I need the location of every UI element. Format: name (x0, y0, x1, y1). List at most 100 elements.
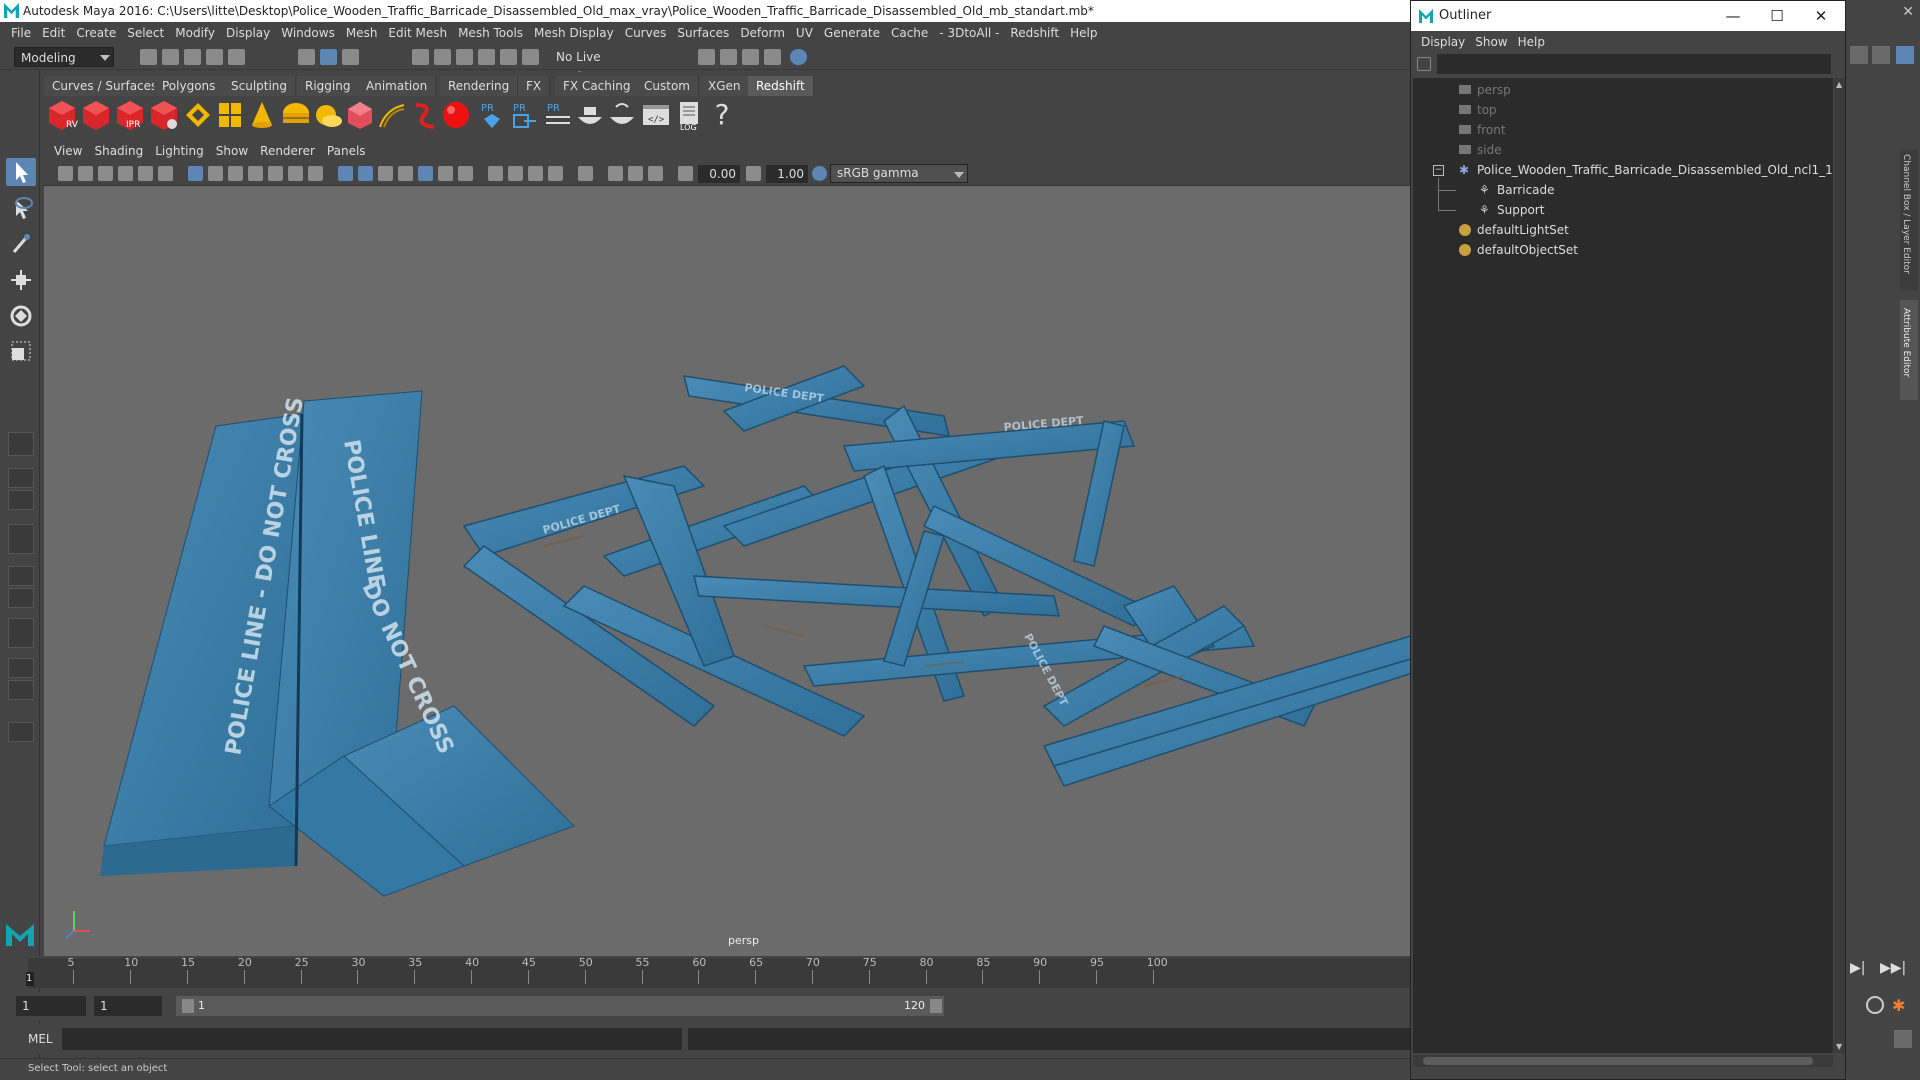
snap-curve-icon[interactable] (434, 49, 451, 65)
menu-cache[interactable]: Cache (880, 22, 928, 44)
ipr-render-icon[interactable] (742, 49, 759, 65)
viewport-persp[interactable]: POLICE LINE - DO NOT CROSS POLICE LINE D… (44, 186, 1410, 956)
range-track[interactable]: 1 120 (176, 996, 944, 1016)
auto-key-icon[interactable] (1866, 996, 1884, 1014)
command-input[interactable] (62, 1028, 682, 1050)
undo-icon[interactable] (206, 49, 223, 65)
mode-dropdown[interactable]: Modeling (14, 47, 114, 67)
xray-components-icon[interactable] (648, 166, 663, 181)
redshift-spotlight-icon[interactable] (246, 99, 278, 131)
grease-pencil-icon[interactable] (158, 166, 173, 181)
tool-settings-toggle-icon[interactable] (1896, 46, 1914, 64)
menu-mesh-display[interactable]: Mesh Display (523, 22, 614, 44)
move-tool-icon[interactable] (6, 266, 36, 294)
mel-label[interactable]: MEL (28, 1032, 53, 1046)
redshift-render-icon[interactable] (80, 99, 112, 131)
gamma-field[interactable]: 1.00 (766, 165, 808, 183)
time-slider-track[interactable] (28, 958, 1410, 988)
open-scene-icon[interactable] (162, 49, 179, 65)
new-scene-icon[interactable] (140, 49, 157, 65)
start-time-field[interactable]: 1 (16, 996, 86, 1016)
outliner-menu-display[interactable]: Display (1411, 31, 1465, 53)
render-frame-icon[interactable] (720, 49, 737, 65)
outliner-horizontal-scrollbar[interactable] (1413, 1055, 1833, 1067)
save-scene-icon[interactable] (184, 49, 201, 65)
menu-uv[interactable]: UV (785, 22, 813, 44)
go-to-end-icon[interactable]: ▶▶| (1880, 960, 1906, 976)
redshift-proxy-icon[interactable] (182, 99, 214, 131)
layout-split-icon[interactable] (8, 618, 34, 648)
redshift-ipr-icon[interactable]: IPR (114, 99, 146, 131)
playback-start-field[interactable]: 1 (94, 996, 162, 1016)
hypershade-icon[interactable] (790, 49, 807, 65)
outliner-vertical-scrollbar[interactable]: ▲ ▼ (1834, 78, 1845, 1053)
ambient-occlusion-icon[interactable] (488, 166, 503, 181)
outliner-item-defaultlightset[interactable]: defaultLightSet (1459, 220, 1569, 240)
menu-deform[interactable]: Deform (729, 22, 785, 44)
outliner-item-barricade[interactable]: ⚘ Barricade (1479, 180, 1555, 200)
gamma-icon[interactable] (746, 166, 761, 181)
redshift-sun-icon[interactable] (312, 99, 344, 131)
menu-help[interactable]: Help (1059, 22, 1097, 44)
exposure-field[interactable]: 0.00 (698, 165, 740, 183)
layout-custom-icon[interactable] (8, 722, 34, 742)
render-settings-icon[interactable] (698, 49, 715, 65)
close-icon[interactable]: ✕ (1801, 5, 1841, 27)
vp-menu-show[interactable]: Show (204, 140, 248, 162)
redo-icon[interactable] (228, 49, 245, 65)
2d-pan-icon[interactable] (138, 166, 153, 181)
layout-graph-icon[interactable] (8, 588, 34, 608)
last-tool-icon[interactable] (8, 432, 34, 456)
menu-display[interactable]: Display (215, 22, 270, 44)
menu-generate[interactable]: Generate (813, 22, 880, 44)
scale-tool-icon[interactable] (6, 338, 36, 366)
outliner-item-defaultobjectset[interactable]: defaultObjectSet (1459, 240, 1578, 260)
tab-curves-surfaces[interactable]: Curves / Surfaces (44, 76, 167, 96)
vp-menu-panels[interactable]: Panels (315, 140, 366, 162)
menu-mesh-tools[interactable]: Mesh Tools (447, 22, 523, 44)
character-icon[interactable]: ✱ (1892, 996, 1910, 1015)
current-frame-marker[interactable]: 1 (26, 972, 34, 986)
channel-box-tab[interactable]: Channel Box / Layer Editor (1900, 150, 1918, 290)
tab-rendering[interactable]: Rendering (440, 76, 519, 96)
snap-grid-icon[interactable] (412, 49, 429, 65)
tab-rigging[interactable]: Rigging (297, 76, 360, 96)
colorspace-dropdown[interactable]: sRGB gamma (830, 164, 968, 183)
outliner-item-group[interactable]: ✱ Police_Wooden_Traffic_Barricade_Disasse… (1459, 160, 1833, 180)
select-object-icon[interactable] (320, 49, 337, 65)
script-editor-icon[interactable] (1894, 1030, 1912, 1048)
xray-icon[interactable] (608, 166, 623, 181)
camera-attr-icon[interactable] (78, 166, 93, 181)
scroll-thumb[interactable] (1423, 1057, 1813, 1065)
close-icon[interactable]: ✕ (1902, 4, 1914, 20)
redshift-rv-icon[interactable]: RV (46, 99, 79, 131)
filter-icon[interactable] (1417, 57, 1431, 71)
outliner-item-top[interactable]: top (1459, 100, 1497, 120)
snap-surface-icon[interactable] (500, 49, 517, 65)
outliner-menu-help[interactable]: Help (1508, 31, 1545, 53)
tab-fx[interactable]: FX (518, 76, 551, 96)
range-handle-start[interactable] (182, 999, 194, 1013)
make-live-icon[interactable] (522, 49, 539, 65)
field-chart-icon[interactable] (268, 166, 283, 181)
collapse-icon[interactable]: − (1433, 165, 1444, 176)
maximize-icon[interactable]: ☐ (1757, 5, 1797, 27)
menu-modify[interactable]: Modify (164, 22, 215, 44)
tab-sculpting[interactable]: Sculpting (223, 76, 297, 96)
layout-four-icon[interactable] (8, 468, 34, 488)
menu-curves[interactable]: Curves (614, 22, 667, 44)
color-management-icon[interactable] (812, 166, 827, 181)
redshift-volume-icon[interactable] (344, 99, 376, 131)
bookmark-icon[interactable] (98, 166, 113, 181)
select-component-icon[interactable] (342, 49, 359, 65)
shadows-icon[interactable] (458, 166, 473, 181)
depth-of-field-icon[interactable] (548, 166, 563, 181)
layout-persp-icon[interactable] (8, 658, 34, 678)
redshift-pr-batch-icon[interactable]: PR (542, 99, 574, 131)
redshift-sphere-icon[interactable] (440, 99, 472, 131)
wireframe-icon[interactable] (338, 166, 353, 181)
resolution-gate-icon[interactable] (228, 166, 243, 181)
outliner-item-persp[interactable]: persp (1459, 80, 1511, 100)
tab-fx-caching[interactable]: FX Caching (555, 76, 640, 96)
exposure-icon[interactable] (678, 166, 693, 181)
